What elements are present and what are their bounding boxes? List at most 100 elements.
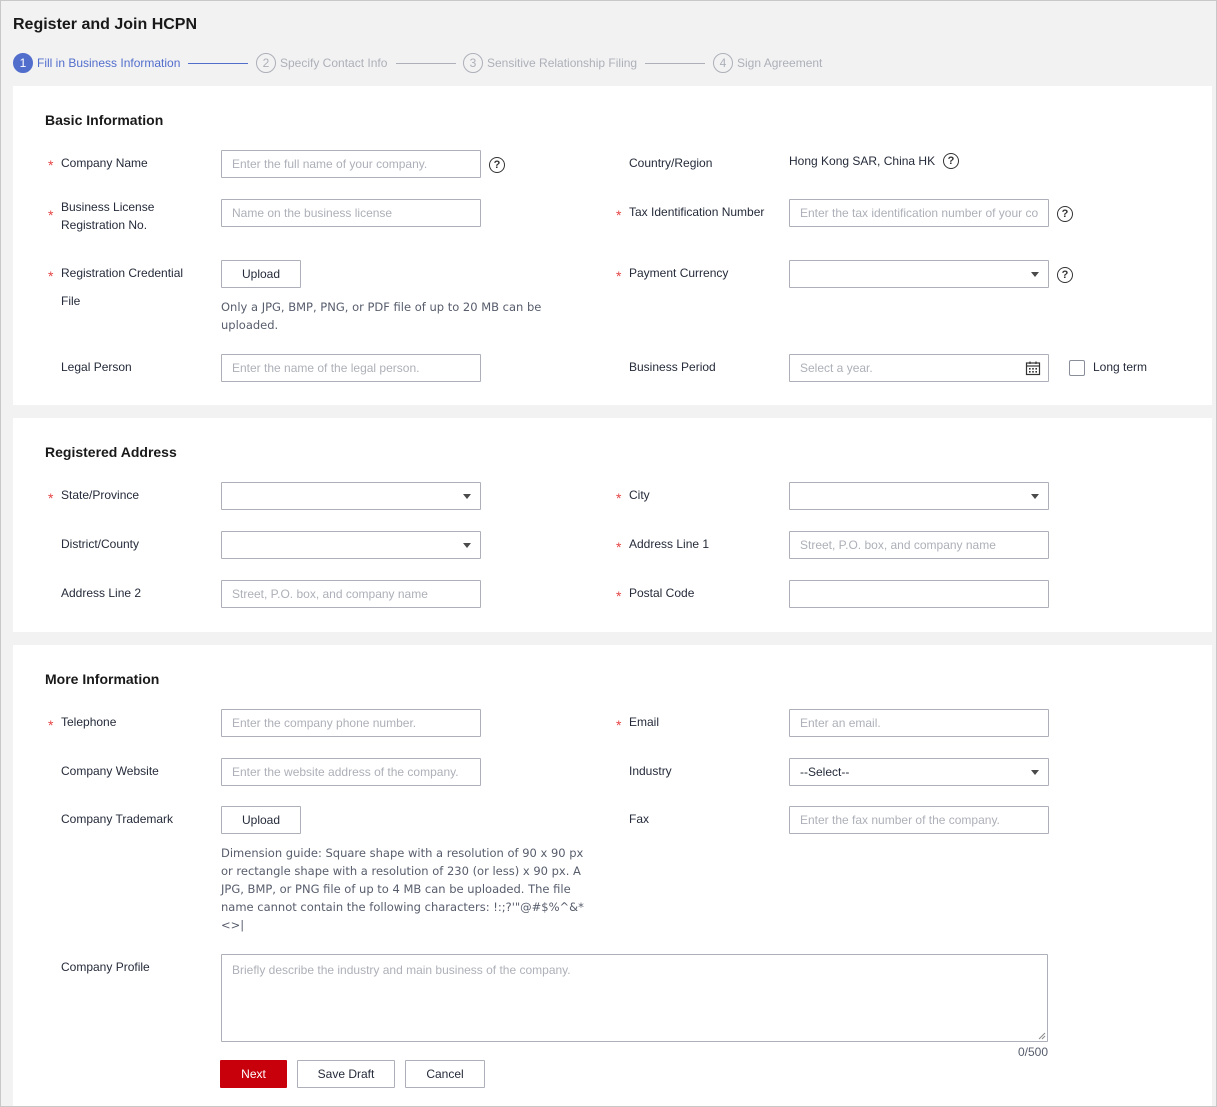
page-title: Register and Join HCPN bbox=[13, 16, 198, 33]
credential-label-line2: File bbox=[61, 294, 81, 308]
required-mark: * bbox=[616, 207, 622, 223]
help-icon[interactable]: ? bbox=[943, 153, 959, 169]
industry-select[interactable]: --Select-- bbox=[789, 758, 1049, 786]
business-period-picker[interactable] bbox=[789, 354, 1049, 382]
state-select[interactable] bbox=[221, 482, 481, 510]
section-title-address: Registered Address bbox=[45, 444, 177, 460]
trademark-label: Company Trademark bbox=[61, 812, 174, 826]
help-icon[interactable]: ? bbox=[1057, 206, 1073, 222]
required-mark: * bbox=[48, 157, 54, 173]
step-sensitive-relationship: 3 Sensitive Relationship Filing bbox=[463, 53, 637, 73]
required-mark: * bbox=[616, 268, 622, 284]
long-term-label: Long term bbox=[1093, 360, 1148, 374]
registered-address-card: Registered Address * State/Province * Ci… bbox=[13, 418, 1212, 632]
tax-id-input[interactable] bbox=[789, 199, 1049, 227]
license-no-label-line2: Registration No. bbox=[61, 218, 148, 232]
step-label: Sensitive Relationship Filing bbox=[487, 56, 638, 70]
trademark-hint-line: <>| bbox=[221, 918, 245, 932]
chevron-down-icon bbox=[1031, 494, 1039, 499]
website-input[interactable] bbox=[221, 758, 481, 786]
website-label: Company Website bbox=[61, 764, 159, 778]
section-title-more: More Information bbox=[45, 671, 160, 687]
next-button[interactable]: Next bbox=[220, 1060, 287, 1088]
email-input[interactable] bbox=[789, 709, 1049, 737]
required-mark: * bbox=[48, 207, 54, 223]
district-label: District/County bbox=[61, 537, 140, 551]
trademark-hint-line: JPG, BMP, or PNG file of up to 4 MB can … bbox=[221, 882, 571, 896]
industry-label: Industry bbox=[629, 764, 672, 778]
profile-textarea[interactable] bbox=[221, 954, 1048, 1042]
postal-code-input[interactable] bbox=[789, 580, 1049, 608]
step-connector bbox=[645, 63, 705, 64]
required-mark: * bbox=[48, 490, 54, 506]
profile-label: Company Profile bbox=[61, 960, 150, 974]
required-mark: * bbox=[616, 539, 622, 555]
industry-value: --Select-- bbox=[800, 765, 850, 779]
credential-hint-line2: uploaded. bbox=[221, 318, 279, 332]
help-icon[interactable]: ? bbox=[489, 157, 505, 173]
district-select[interactable] bbox=[221, 531, 481, 559]
page-frame: Register and Join HCPN 1 Fill in Busines… bbox=[0, 0, 1217, 1107]
resize-handle-icon[interactable] bbox=[1038, 1032, 1046, 1040]
license-no-label-line1: Business License bbox=[61, 200, 155, 214]
chevron-down-icon bbox=[1031, 272, 1039, 277]
city-select[interactable] bbox=[789, 482, 1049, 510]
step-connector bbox=[396, 63, 456, 64]
required-mark: * bbox=[48, 268, 54, 284]
business-period-input[interactable] bbox=[789, 354, 1049, 382]
state-label: State/Province bbox=[61, 488, 140, 502]
address-line2-input[interactable] bbox=[221, 580, 481, 608]
step-fill-business-info: 1 Fill in Business Information bbox=[13, 53, 180, 73]
step-label: Fill in Business Information bbox=[37, 56, 181, 70]
telephone-label: Telephone bbox=[61, 715, 117, 729]
license-no-input[interactable] bbox=[221, 199, 481, 227]
long-term-checkbox[interactable] bbox=[1069, 360, 1085, 376]
trademark-upload-button[interactable]: Upload bbox=[221, 806, 301, 834]
step-number: 4 bbox=[713, 53, 733, 73]
fax-label: Fax bbox=[629, 812, 650, 826]
basic-info-card: Basic Information * Company Name ? Count… bbox=[13, 86, 1212, 405]
city-label: City bbox=[629, 488, 650, 502]
telephone-input[interactable] bbox=[221, 709, 481, 737]
address-line1-input[interactable] bbox=[789, 531, 1049, 559]
legal-person-input[interactable] bbox=[221, 354, 481, 382]
chevron-down-icon bbox=[1031, 770, 1039, 775]
email-label: Email bbox=[629, 715, 660, 729]
step-number: 1 bbox=[13, 53, 33, 73]
cancel-button[interactable]: Cancel bbox=[405, 1060, 485, 1088]
profile-char-counter: 0/500 bbox=[1018, 1045, 1049, 1059]
step-number: 2 bbox=[256, 53, 276, 73]
required-mark: * bbox=[616, 490, 622, 506]
trademark-hint-line: Dimension guide: Square shape with a res… bbox=[221, 846, 584, 860]
required-mark: * bbox=[616, 588, 622, 604]
step-label: Sign Agreement bbox=[737, 56, 823, 70]
step-connector bbox=[188, 63, 248, 64]
company-name-input[interactable] bbox=[221, 150, 481, 178]
trademark-hint-line: or rectangle shape with a resolution of … bbox=[221, 864, 581, 878]
step-sign-agreement: 4 Sign Agreement bbox=[713, 53, 822, 73]
country-region-label: Country/Region bbox=[629, 156, 713, 170]
calendar-icon[interactable] bbox=[1025, 360, 1041, 376]
business-period-label: Business Period bbox=[629, 360, 716, 374]
step-contact-info: 2 Specify Contact Info bbox=[256, 53, 387, 73]
fax-input[interactable] bbox=[789, 806, 1049, 834]
save-draft-button[interactable]: Save Draft bbox=[297, 1060, 395, 1088]
chevron-down-icon bbox=[463, 543, 471, 548]
country-region-value: Hong Kong SAR, China HK bbox=[789, 154, 936, 168]
company-name-label: Company Name bbox=[61, 156, 148, 170]
credential-label-line1: Registration Credential bbox=[61, 266, 184, 280]
help-icon[interactable]: ? bbox=[1057, 267, 1073, 283]
address-line2-label: Address Line 2 bbox=[61, 586, 142, 600]
payment-currency-select[interactable] bbox=[789, 260, 1049, 288]
trademark-hint-line: name cannot contain the following charac… bbox=[221, 900, 584, 914]
required-mark: * bbox=[48, 717, 54, 733]
chevron-down-icon bbox=[463, 494, 471, 499]
credential-hint-line1: Only a JPG, BMP, PNG, or PDF file of up … bbox=[221, 300, 542, 314]
step-number: 3 bbox=[463, 53, 483, 73]
credential-upload-button[interactable]: Upload bbox=[221, 260, 301, 288]
tax-id-label: Tax Identification Number bbox=[629, 205, 765, 219]
step-label: Specify Contact Info bbox=[280, 56, 388, 70]
required-mark: * bbox=[616, 717, 622, 733]
address-line1-label: Address Line 1 bbox=[629, 537, 710, 551]
section-title-basic: Basic Information bbox=[45, 112, 164, 128]
